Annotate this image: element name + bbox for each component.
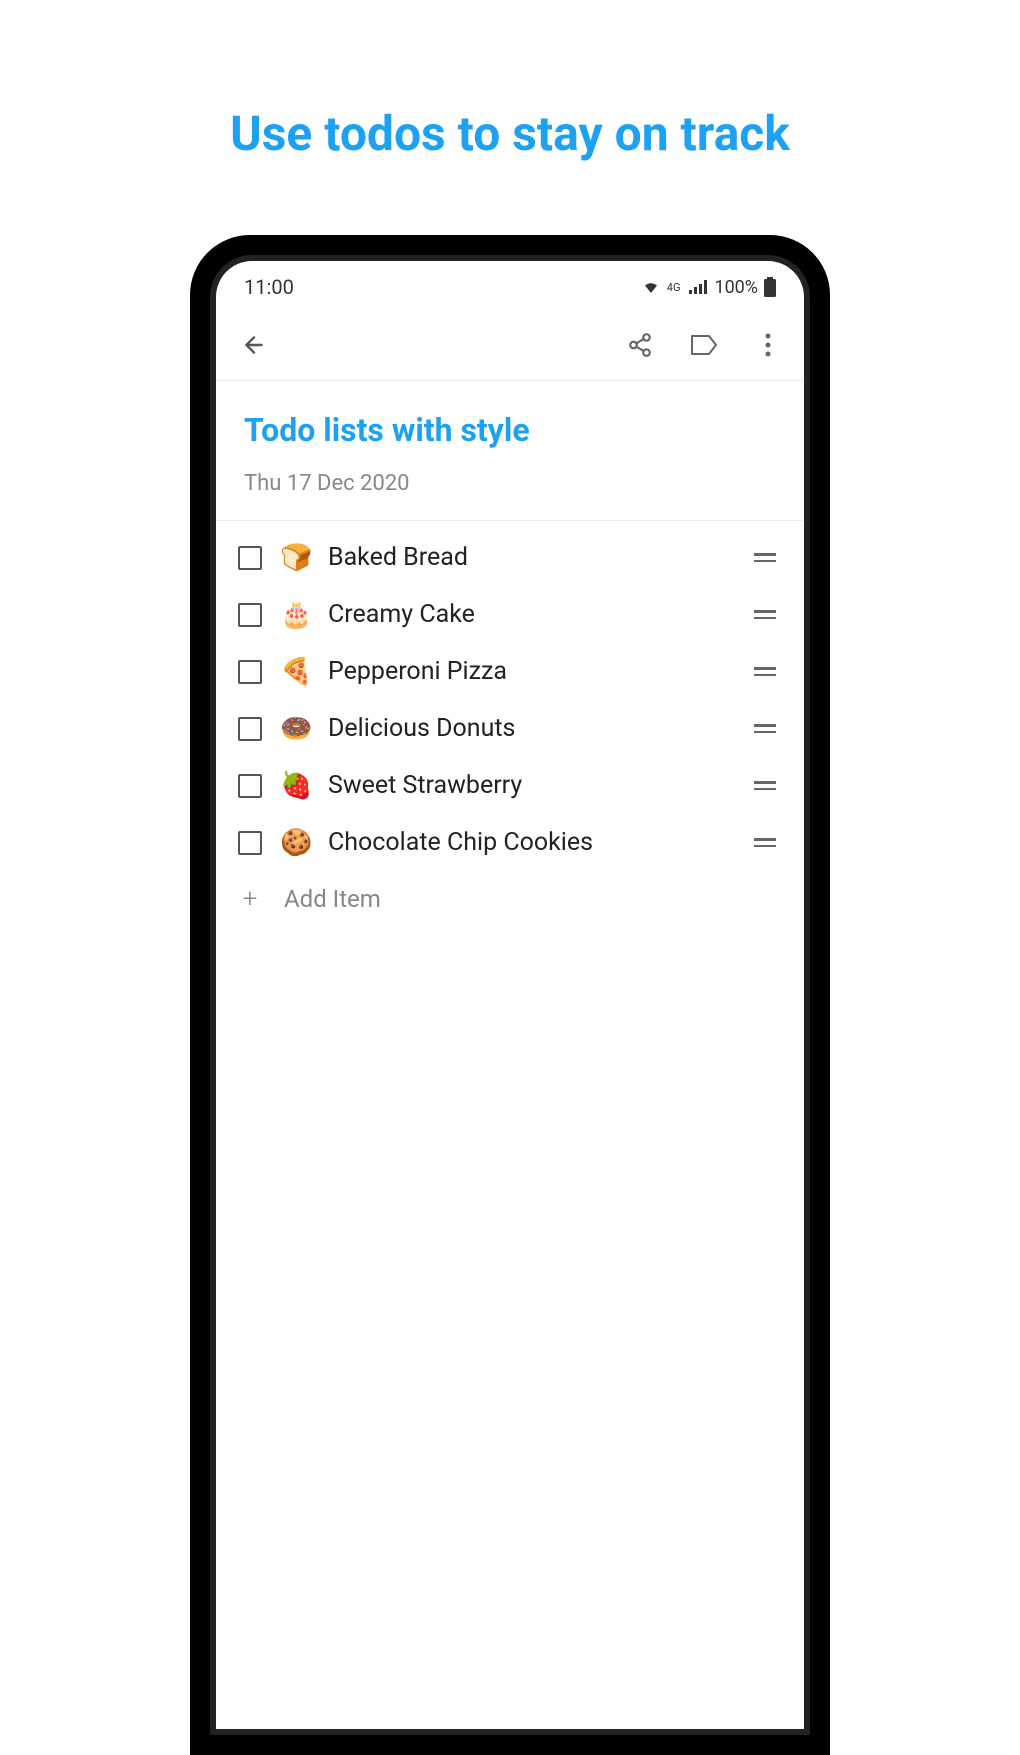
item-emoji: 🍪 bbox=[280, 830, 310, 856]
drag-handle-icon[interactable] bbox=[754, 838, 782, 847]
add-item-button[interactable]: + Add Item bbox=[216, 871, 804, 927]
item-text[interactable]: Creamy Cake bbox=[328, 600, 736, 629]
todo-item[interactable]: 🍞 Baked Bread bbox=[216, 529, 804, 586]
battery-icon bbox=[764, 277, 776, 297]
checkbox[interactable] bbox=[238, 831, 262, 855]
todo-item[interactable]: 🍩 Delicious Donuts bbox=[216, 700, 804, 757]
list-date: Thu 17 Dec 2020 bbox=[244, 471, 776, 496]
wifi-icon bbox=[641, 279, 661, 295]
item-text[interactable]: Delicious Donuts bbox=[328, 714, 736, 743]
checkbox[interactable] bbox=[238, 603, 262, 627]
page-title: Use todos to stay on track bbox=[0, 0, 1020, 162]
todo-list: 🍞 Baked Bread 🎂 Creamy Cake 🍕 Pepperoni Pizza… bbox=[216, 521, 804, 935]
drag-handle-icon[interactable] bbox=[754, 667, 782, 676]
todo-item[interactable]: 🍕 Pepperoni Pizza bbox=[216, 643, 804, 700]
status-time: 11:00 bbox=[244, 275, 294, 299]
checkbox[interactable] bbox=[238, 774, 262, 798]
checkbox[interactable] bbox=[238, 546, 262, 570]
item-emoji: 🍕 bbox=[280, 659, 310, 685]
status-bar: 11:00 4G 100% bbox=[216, 261, 804, 309]
todo-item[interactable]: 🍓 Sweet Strawberry bbox=[216, 757, 804, 814]
plus-icon: + bbox=[238, 887, 262, 911]
phone-screen: 11:00 4G 100% bbox=[216, 261, 804, 1729]
item-emoji: 🍞 bbox=[280, 545, 310, 571]
battery-percent: 100% bbox=[714, 277, 758, 298]
more-options-button[interactable] bbox=[750, 327, 786, 363]
todo-item[interactable]: 🎂 Creamy Cake bbox=[216, 586, 804, 643]
item-emoji: 🍩 bbox=[280, 716, 310, 742]
back-button[interactable] bbox=[234, 325, 274, 365]
drag-handle-icon[interactable] bbox=[754, 553, 782, 562]
drag-handle-icon[interactable] bbox=[754, 781, 782, 790]
content-header: Todo lists with style Thu 17 Dec 2020 bbox=[216, 381, 804, 521]
item-text[interactable]: Baked Bread bbox=[328, 543, 736, 572]
drag-handle-icon[interactable] bbox=[754, 724, 782, 733]
checkbox[interactable] bbox=[238, 717, 262, 741]
network-label: 4G bbox=[667, 282, 681, 293]
todo-item[interactable]: 🍪 Chocolate Chip Cookies bbox=[216, 814, 804, 871]
item-emoji: 🍓 bbox=[280, 773, 310, 799]
signal-icon bbox=[688, 279, 708, 295]
item-emoji: 🎂 bbox=[280, 602, 310, 628]
share-button[interactable] bbox=[622, 327, 658, 363]
app-toolbar bbox=[216, 309, 804, 381]
item-text[interactable]: Sweet Strawberry bbox=[328, 771, 736, 800]
item-text[interactable]: Pepperoni Pizza bbox=[328, 657, 736, 686]
status-indicators: 4G 100% bbox=[641, 277, 776, 298]
drag-handle-icon[interactable] bbox=[754, 610, 782, 619]
add-item-label: Add Item bbox=[284, 885, 381, 913]
item-text[interactable]: Chocolate Chip Cookies bbox=[328, 828, 736, 857]
list-title[interactable]: Todo lists with style bbox=[244, 411, 776, 449]
phone-frame: 11:00 4G 100% bbox=[190, 235, 830, 1755]
checkbox[interactable] bbox=[238, 660, 262, 684]
tag-button[interactable] bbox=[686, 327, 722, 363]
